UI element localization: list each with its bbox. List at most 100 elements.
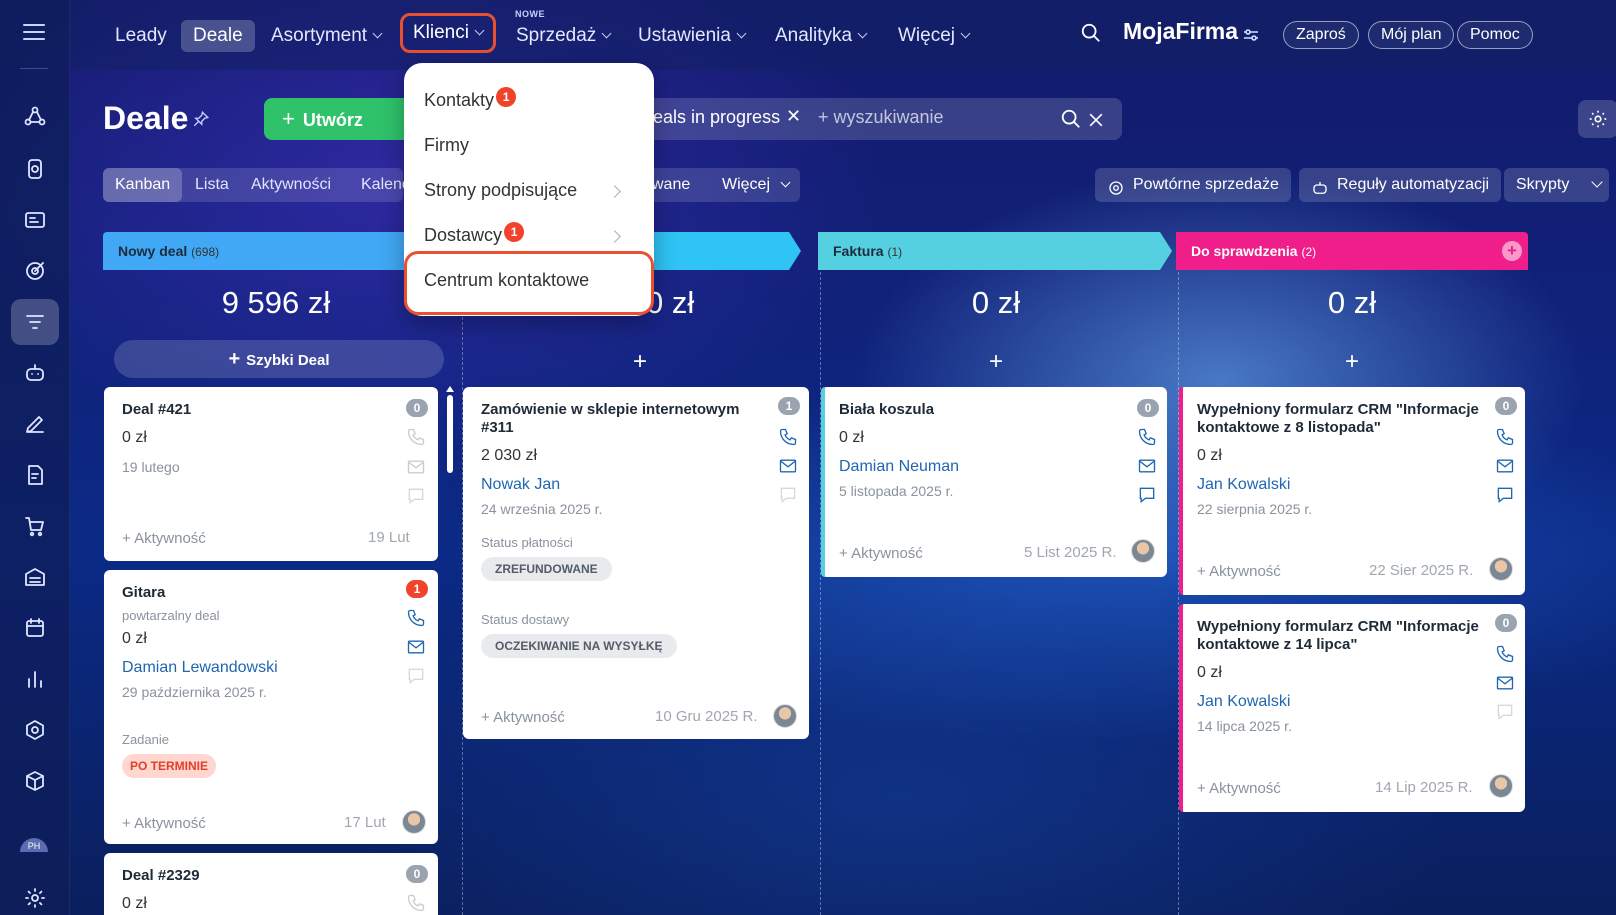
- rail-package-icon[interactable]: [11, 758, 59, 804]
- add-deal-plus-icon[interactable]: +: [1176, 348, 1528, 376]
- rail-settings-icon[interactable]: [11, 875, 59, 915]
- settings-button[interactable]: [1578, 100, 1616, 138]
- nav-settings[interactable]: Ustawienia: [638, 20, 747, 52]
- rail-target-icon[interactable]: [11, 248, 59, 294]
- phone-icon[interactable]: [406, 427, 426, 447]
- chevron-down-icon[interactable]: [1591, 176, 1604, 188]
- deal-contact[interactable]: Nowak Jan: [481, 476, 560, 494]
- deal-contact[interactable]: Damian Lewandowski: [122, 659, 278, 677]
- repeat-sales-button[interactable]: Powtórne sprzedaże: [1095, 168, 1291, 202]
- add-activity-link[interactable]: + Aktywność: [122, 815, 206, 832]
- deal-title[interactable]: Zamówienie w sklepie internetowym #311: [481, 401, 761, 437]
- chat-icon[interactable]: [1495, 702, 1515, 722]
- deal-title[interactable]: Deal #2329: [122, 867, 200, 885]
- search-icon[interactable]: [1060, 108, 1082, 130]
- tab-more[interactable]: Więcej: [710, 168, 801, 202]
- deal-card[interactable]: Biała koszula 0 0 zł Damian Neuman 5 lis…: [821, 387, 1167, 577]
- deal-card[interactable]: Wypełniony formularz CRM "Informacje kon…: [1179, 387, 1525, 595]
- deal-card[interactable]: Deal #421 0 0 zł 19 lutego + Aktywność 1…: [104, 387, 438, 561]
- add-deal-plus-icon[interactable]: +: [818, 348, 1174, 376]
- column-header-to-check[interactable]: Do sprawdzenia (2) +: [1176, 232, 1528, 270]
- add-activity-link[interactable]: + Aktywność: [481, 709, 565, 726]
- invite-button[interactable]: Zaproś: [1283, 21, 1359, 49]
- deal-title[interactable]: Deal #421: [122, 401, 191, 419]
- nav-sales[interactable]: Sprzedaż: [516, 20, 612, 52]
- deal-title[interactable]: Gitara: [122, 584, 165, 602]
- nav-leads[interactable]: Leady: [115, 20, 167, 52]
- column-header-invoice[interactable]: Faktura (1): [818, 232, 1172, 270]
- rail-crm-icon[interactable]: [11, 94, 59, 140]
- add-deal-plus-icon[interactable]: +: [469, 348, 811, 376]
- search-icon[interactable]: [1080, 22, 1102, 49]
- scroll-up-icon[interactable]: [446, 386, 454, 392]
- rail-cart-icon[interactable]: [11, 503, 59, 549]
- search-input[interactable]: + wyszukiwanie: [818, 107, 944, 128]
- phone-icon[interactable]: [1137, 427, 1157, 447]
- deal-card[interactable]: Gitara 1 powtarzalny deal 0 zł Damian Le…: [104, 570, 438, 844]
- deal-card[interactable]: Wypełniony formularz CRM "Informacje kon…: [1179, 604, 1525, 812]
- phone-icon[interactable]: [778, 427, 798, 447]
- mail-icon[interactable]: [1495, 673, 1515, 693]
- add-activity-link[interactable]: + Aktywność: [1197, 563, 1281, 580]
- user-avatar[interactable]: PH: [20, 838, 48, 852]
- chat-icon[interactable]: [1137, 485, 1157, 505]
- menu-item-suppliers[interactable]: Dostawcy 1: [424, 222, 525, 246]
- nav-clients[interactable]: Klienci: [400, 13, 496, 53]
- deal-contact[interactable]: Damian Neuman: [839, 458, 959, 476]
- clear-icon[interactable]: [1086, 110, 1106, 130]
- sliders-icon[interactable]: [1243, 28, 1259, 47]
- automation-rules-button[interactable]: Reguły automatyzacji: [1299, 168, 1502, 202]
- nav-assortment[interactable]: Asortyment: [271, 20, 383, 52]
- rail-contact-center-icon[interactable]: [11, 146, 59, 192]
- add-activity-link[interactable]: + Aktywność: [122, 530, 206, 547]
- phone-icon[interactable]: [1495, 644, 1515, 664]
- phone-icon[interactable]: [406, 608, 426, 628]
- avatar[interactable]: [1489, 557, 1513, 581]
- chat-icon[interactable]: [1495, 485, 1515, 505]
- rail-calendar-icon[interactable]: [11, 605, 59, 651]
- my-plan-button[interactable]: Mój plan: [1368, 21, 1455, 49]
- nav-analytics[interactable]: Analityka: [775, 20, 868, 52]
- rail-document-icon[interactable]: [11, 452, 59, 498]
- phone-icon[interactable]: [406, 893, 426, 913]
- mail-icon[interactable]: [406, 637, 426, 657]
- avatar[interactable]: [402, 810, 426, 834]
- phone-icon[interactable]: [1495, 427, 1515, 447]
- deal-title[interactable]: Wypełniony formularz CRM "Informacje kon…: [1197, 618, 1487, 654]
- rail-analytics-icon[interactable]: [11, 656, 59, 702]
- rail-pen-icon[interactable]: [11, 401, 59, 447]
- rail-funnel-icon[interactable]: [11, 299, 59, 345]
- help-button[interactable]: Pomoc: [1457, 21, 1533, 49]
- add-activity-link[interactable]: + Aktywność: [839, 545, 923, 562]
- quick-deal-button[interactable]: + Szybki Deal: [114, 340, 444, 378]
- filter-search-box[interactable]: Deals in progress ✕ + wyszukiwanie: [640, 98, 1122, 140]
- column-header-new-deal[interactable]: Nowy deal (698): [103, 232, 449, 270]
- chat-icon[interactable]: [406, 666, 426, 686]
- mail-icon[interactable]: [778, 456, 798, 476]
- tab-kanban[interactable]: Kanban: [103, 168, 183, 202]
- mail-icon[interactable]: [1495, 456, 1515, 476]
- add-column-icon[interactable]: +: [1502, 241, 1522, 261]
- menu-item-companies[interactable]: Firmy: [424, 135, 469, 156]
- tab-list[interactable]: Lista: [183, 168, 241, 202]
- deal-title[interactable]: Wypełniony formularz CRM "Informacje kon…: [1197, 401, 1487, 437]
- scripts-button[interactable]: Skrypty: [1504, 168, 1610, 202]
- pin-icon[interactable]: [192, 110, 210, 133]
- filter-tag[interactable]: Deals in progress: [640, 107, 780, 128]
- avatar[interactable]: [773, 704, 797, 728]
- add-activity-link[interactable]: + Aktywność: [1197, 780, 1281, 797]
- nav-deals[interactable]: Deale: [181, 20, 255, 52]
- filter-remove-icon[interactable]: ✕: [786, 106, 801, 127]
- rail-warehouse-icon[interactable]: [11, 554, 59, 600]
- mail-icon[interactable]: [406, 457, 426, 477]
- deal-title[interactable]: Biała koszula: [839, 401, 934, 419]
- tab-activities[interactable]: Aktywności: [239, 168, 343, 202]
- create-button[interactable]: + Utwórz: [264, 98, 424, 140]
- chat-icon[interactable]: [778, 485, 798, 505]
- rail-hexagon-icon[interactable]: [11, 707, 59, 753]
- rail-card-icon[interactable]: [11, 197, 59, 243]
- scrollbar[interactable]: [447, 395, 453, 473]
- avatar[interactable]: [1489, 774, 1513, 798]
- nav-more[interactable]: Więcej: [898, 20, 971, 52]
- deal-card[interactable]: Zamówienie w sklepie internetowym #311 1…: [463, 387, 809, 739]
